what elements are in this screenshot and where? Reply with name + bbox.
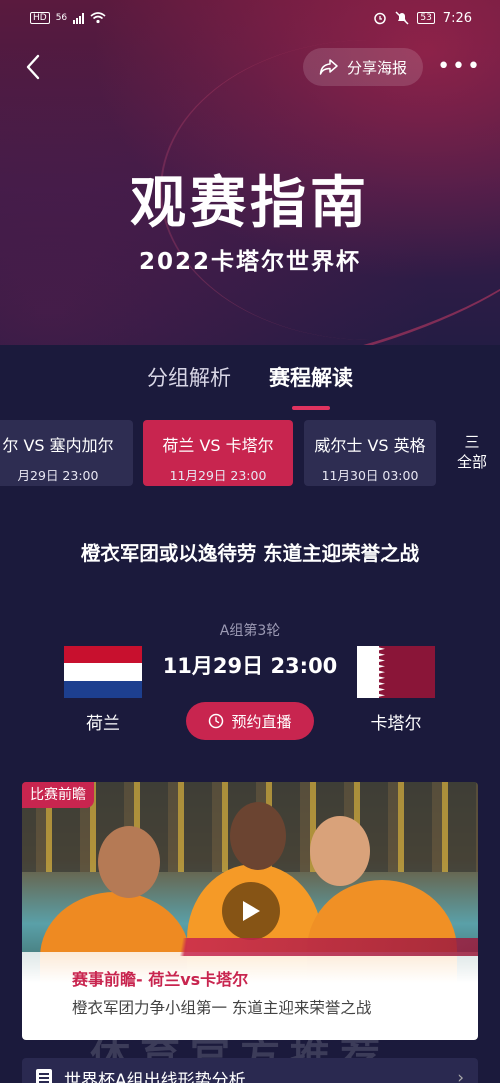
preview-video-card[interactable]: 比赛前瞻 赛事前瞻- 荷兰vs卡塔尔 橙衣军团力争小组第一 东道主迎来荣誉之战 bbox=[22, 782, 478, 1040]
video-subtitle: 橙衣军团力争小组第一 东道主迎来荣誉之战 bbox=[72, 999, 372, 1017]
match-card-time: 11月30日 03:00 bbox=[321, 468, 419, 483]
all-matches-label: 全部 bbox=[456, 453, 487, 472]
video-title: 赛事前瞻- 荷兰vs卡塔尔 bbox=[72, 970, 249, 989]
match-card-teams: 威尔士 VS 英格 bbox=[314, 436, 426, 455]
player-image bbox=[310, 816, 370, 886]
reserve-live-button[interactable]: 预约直播 bbox=[186, 702, 314, 740]
article-title: 世界杯A组出线形势分析 bbox=[64, 1070, 246, 1083]
qatar-flag-icon bbox=[357, 646, 435, 698]
article-list-item[interactable]: 世界杯A组出线形势分析 › bbox=[22, 1058, 478, 1083]
page-subtitle: 2022卡塔尔世界杯 bbox=[138, 249, 361, 275]
hero-title-block: 观赛指南 2022卡塔尔世界杯 bbox=[0, 176, 500, 276]
share-poster-label: 分享海报 bbox=[347, 58, 408, 77]
match-headline: 橙衣军团或以逸待劳 东道主迎荣誉之战 bbox=[80, 542, 420, 565]
play-icon bbox=[243, 901, 260, 921]
chevron-right-icon: › bbox=[457, 1068, 464, 1083]
wifi-icon bbox=[90, 12, 106, 24]
document-icon bbox=[36, 1069, 52, 1083]
more-button[interactable]: ••• bbox=[437, 56, 482, 78]
hd-badge: HD bbox=[30, 12, 50, 24]
all-matches-glyph: 三 bbox=[464, 433, 480, 451]
player-image bbox=[230, 802, 286, 870]
match-round: A组第3轮 bbox=[219, 623, 281, 639]
home-team-name: 荷兰 bbox=[86, 714, 120, 734]
tab-bar: 分组解析 赛程解读 bbox=[0, 360, 500, 404]
tab-schedule-analysis[interactable]: 赛程解读 bbox=[269, 360, 353, 404]
share-poster-button[interactable]: 分享海报 bbox=[303, 48, 424, 86]
back-button[interactable] bbox=[18, 52, 48, 82]
more-dots-icon: ••• bbox=[437, 54, 482, 79]
share-icon bbox=[319, 59, 338, 75]
battery-icon: 53 bbox=[417, 12, 435, 24]
tab-group-analysis[interactable]: 分组解析 bbox=[147, 360, 231, 404]
match-card-teams: 荷兰 VS 卡塔尔 bbox=[162, 436, 274, 455]
video-tag: 比赛前瞻 bbox=[22, 782, 94, 808]
top-navigation: 分享海报 ••• bbox=[0, 46, 500, 88]
match-strip: 尔 VS 塞内加尔 月29日 23:00 荷兰 VS 卡塔尔 11月29日 23… bbox=[0, 420, 500, 488]
reserve-live-label: 预约直播 bbox=[231, 712, 292, 731]
play-button[interactable] bbox=[222, 882, 280, 940]
player-image bbox=[98, 826, 160, 898]
clock-icon bbox=[209, 713, 224, 729]
match-card-selected[interactable]: 荷兰 VS 卡塔尔 11月29日 23:00 bbox=[143, 420, 293, 486]
match-card-teams: 尔 VS 塞内加尔 bbox=[2, 436, 114, 455]
match-card-time: 11月29日 23:00 bbox=[169, 468, 267, 483]
match-card[interactable]: 威尔士 VS 英格 11月30日 03:00 bbox=[304, 420, 436, 486]
away-team-name: 卡塔尔 bbox=[370, 714, 422, 734]
caption-accent-stripe bbox=[22, 938, 478, 956]
match-card[interactable]: 尔 VS 塞内加尔 月29日 23:00 bbox=[0, 420, 133, 486]
clock-time: 7:26 bbox=[442, 10, 472, 26]
mute-icon bbox=[395, 11, 409, 25]
network-type: 56 bbox=[55, 13, 68, 23]
alarm-icon bbox=[374, 12, 387, 25]
match-card-time: 月29日 23:00 bbox=[17, 468, 99, 483]
chevron-left-icon bbox=[26, 54, 40, 80]
status-bar: HD 56 53 7:26 bbox=[0, 0, 500, 36]
page-title: 观赛指南 bbox=[130, 171, 370, 236]
all-matches-button[interactable]: 三 全部 bbox=[444, 420, 500, 486]
signal-icon bbox=[73, 12, 85, 24]
